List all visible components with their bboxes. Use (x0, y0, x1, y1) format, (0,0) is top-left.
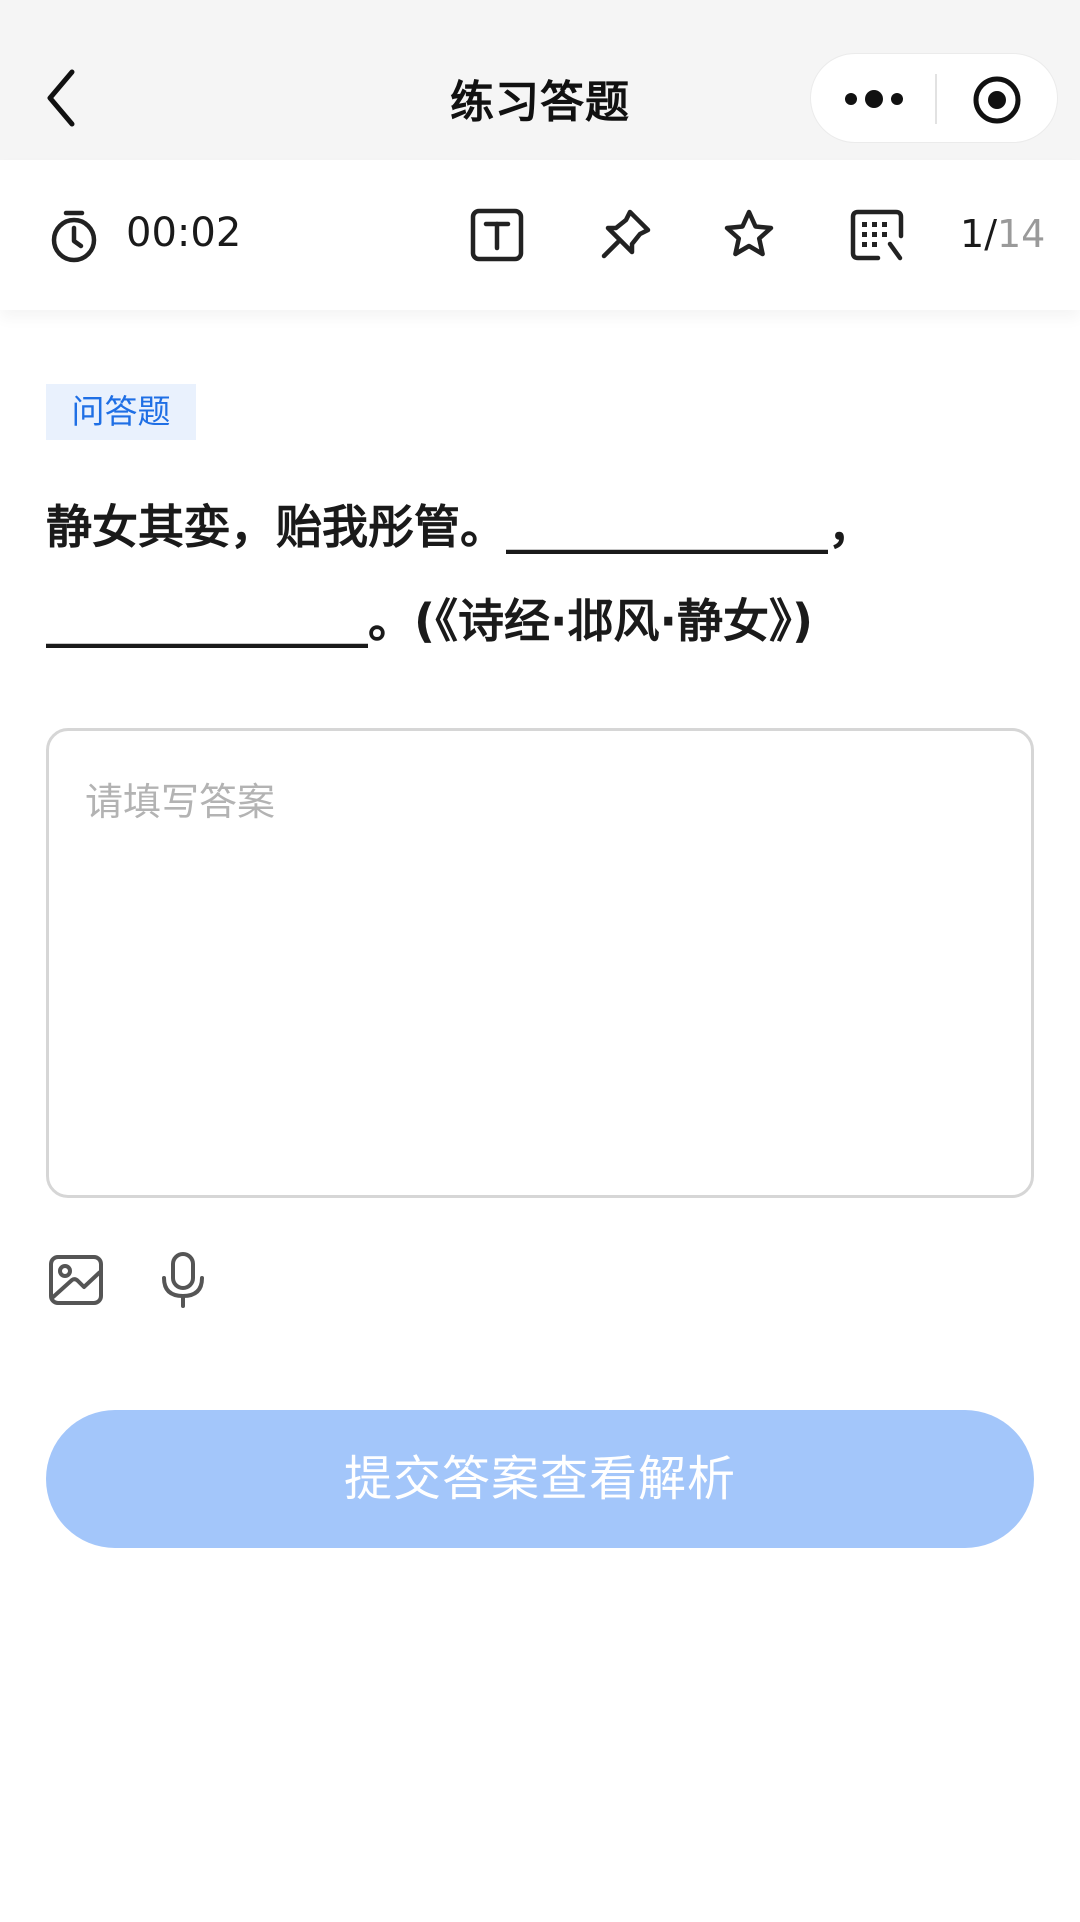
answer-input[interactable] (49, 731, 1031, 1195)
question-toolbar: 00:02 1/14 (0, 160, 1080, 310)
more-button[interactable] (841, 79, 907, 119)
submit-answer-button[interactable]: 提交答案查看解析 (46, 1410, 1034, 1548)
stopwatch-icon (51, 210, 97, 263)
answer-box (46, 728, 1034, 1198)
timer-value: 00:02 (126, 210, 242, 256)
question-line-2: ______________。(《诗经·邶风·静女》) (46, 594, 813, 648)
target-close-icon (973, 76, 1021, 124)
answer-card-icon[interactable] (848, 206, 906, 264)
more-dots-icon (845, 90, 903, 108)
capsule-divider (935, 74, 937, 124)
question-type-tag: 问答题 (46, 384, 196, 440)
star-icon[interactable] (720, 206, 778, 264)
question-line-1: 静女其娈，贻我彤管。______________， (46, 500, 874, 554)
text-size-icon[interactable] (468, 206, 526, 264)
image-icon[interactable] (46, 1250, 106, 1310)
progress-separator: / (984, 212, 997, 256)
close-button[interactable] (971, 74, 1023, 126)
microphone-icon[interactable] (154, 1250, 214, 1310)
question-text: 静女其娈，贻我彤管。______________， ______________… (46, 480, 1036, 668)
mini-program-capsule (810, 53, 1058, 143)
pin-icon[interactable] (596, 206, 654, 264)
progress-current: 1 (960, 212, 985, 256)
top-navbar: 练习答题 (0, 0, 1080, 160)
question-progress[interactable]: 1/14 (960, 212, 1045, 256)
progress-total: 14 (997, 212, 1046, 256)
